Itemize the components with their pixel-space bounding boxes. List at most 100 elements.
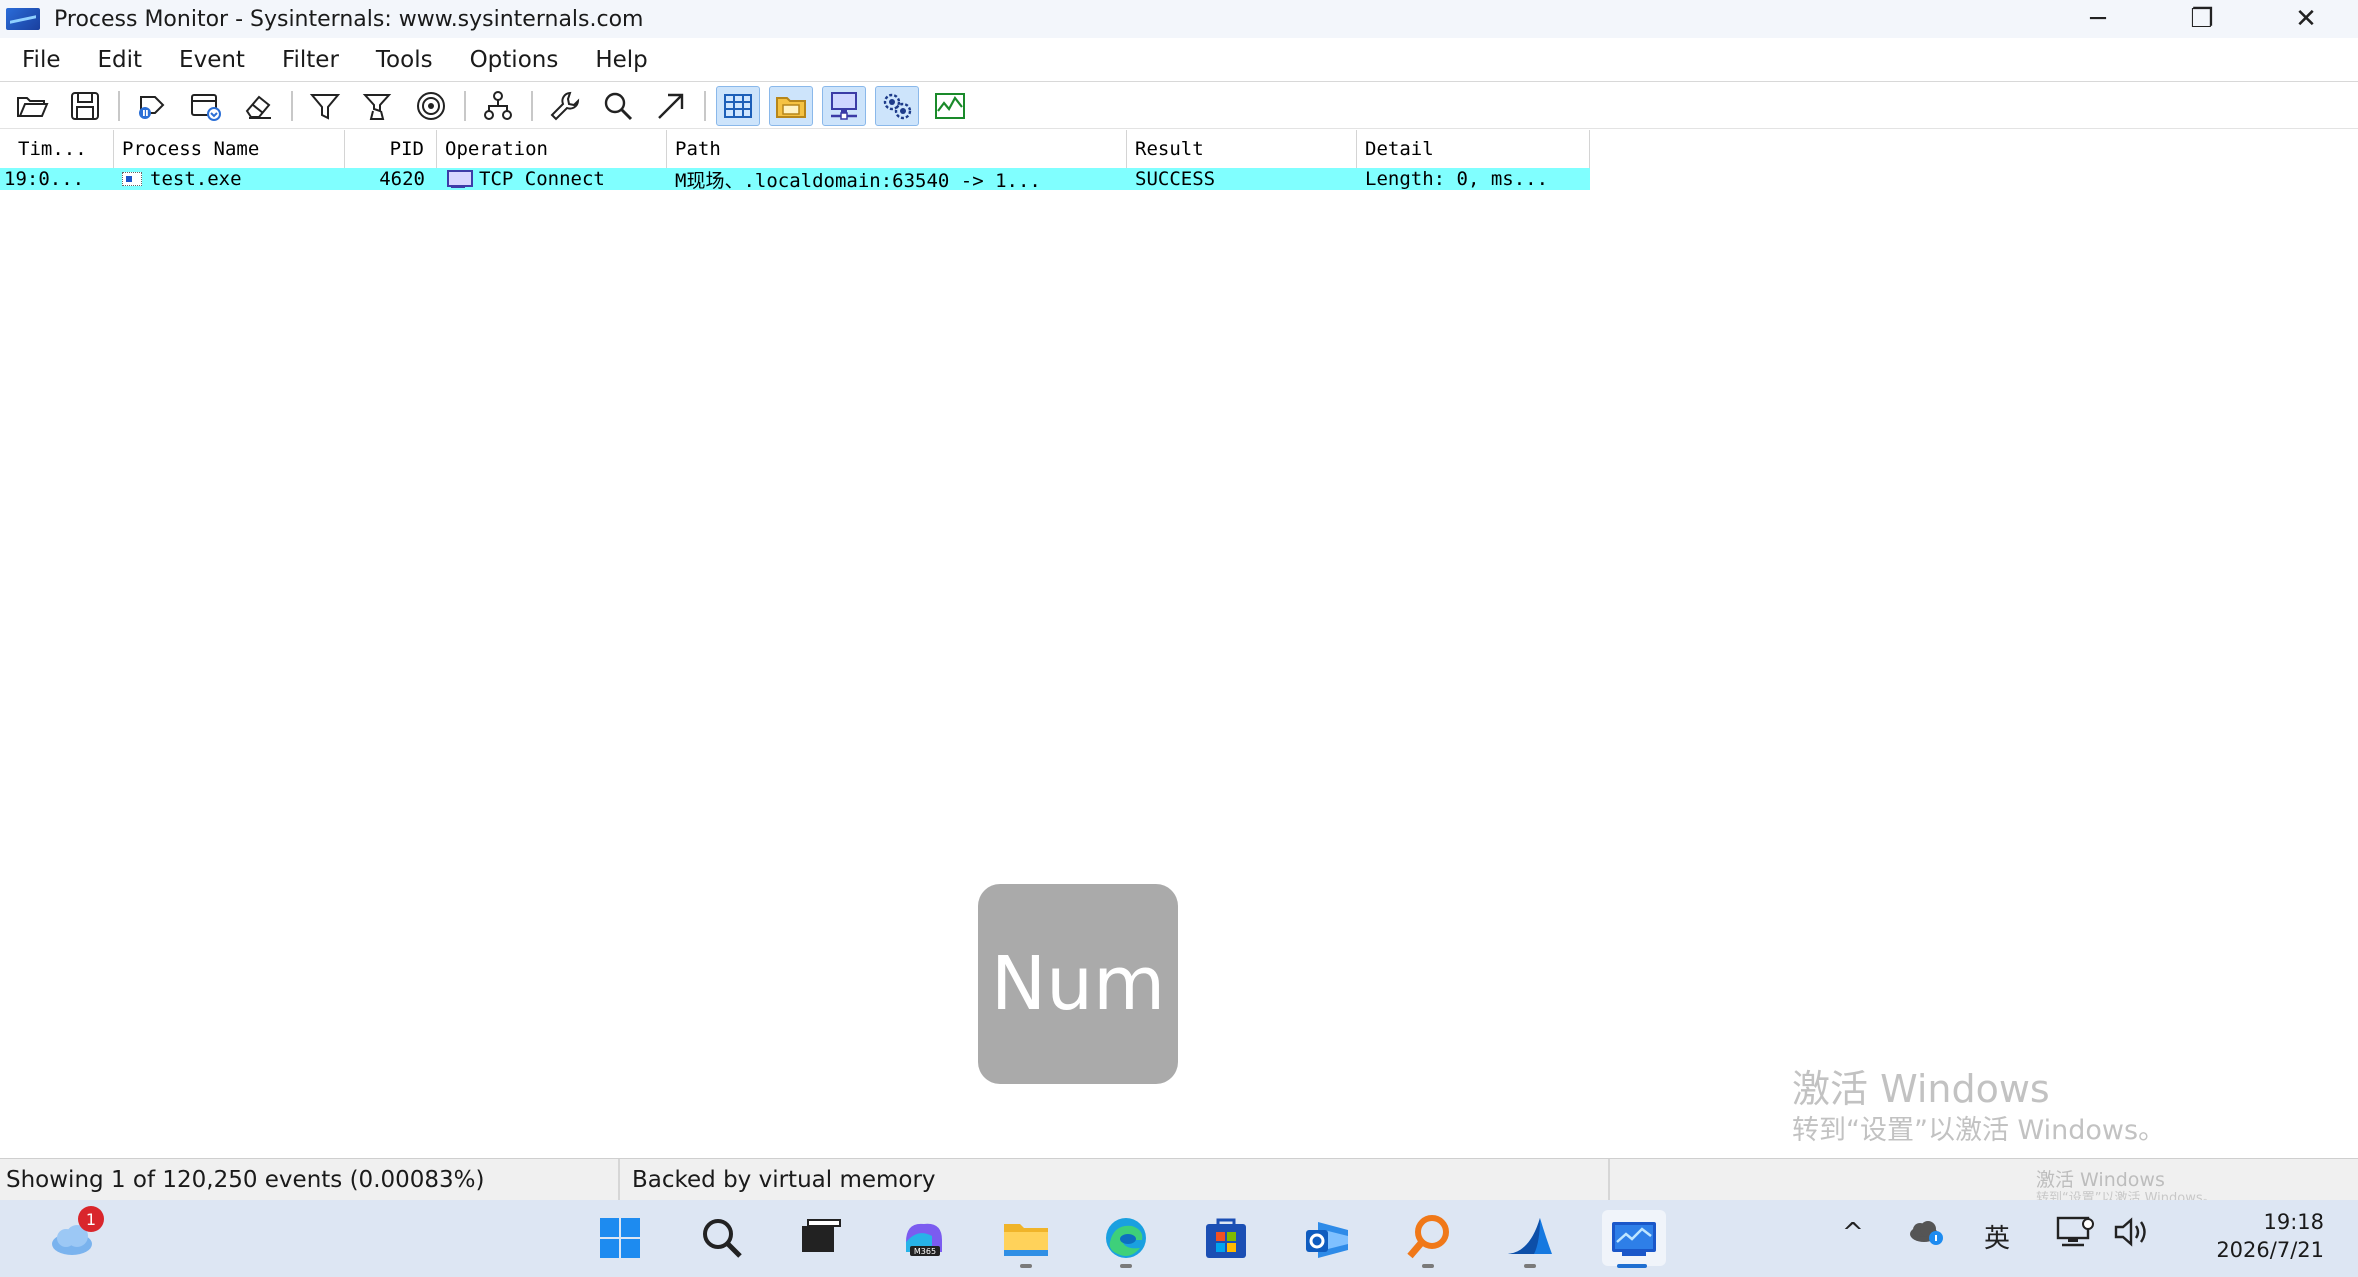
cell-operation: TCP Connect <box>437 168 667 190</box>
activation-watermark-title: 激活 Windows <box>1792 1067 2050 1111</box>
jump-icon[interactable] <box>649 86 693 126</box>
menu-options[interactable]: Options <box>470 47 559 73</box>
menu-edit[interactable]: Edit <box>98 47 143 73</box>
window-title: Process Monitor - Sysinternals: www.sysi… <box>54 6 644 32</box>
restore-button[interactable]: ❐ <box>2150 0 2254 38</box>
activation-watermark-subtitle: 转到“设置”以激活 Windows。 <box>1792 1115 2166 1146</box>
properties-icon[interactable] <box>543 86 587 126</box>
title-bar: Process Monitor - Sysinternals: www.sysi… <box>0 0 2358 38</box>
cell-detail: Length: 0, ms... <box>1365 168 1549 190</box>
clock-time: 19:18 <box>2263 1210 2324 1234</box>
process-thread-icon[interactable] <box>875 85 919 126</box>
running-indicator <box>1524 1264 1536 1268</box>
taskbar-wireshark[interactable] <box>1500 1210 1560 1268</box>
microsoft-store-icon <box>1206 1218 1246 1258</box>
taskbar-m365-copilot[interactable]: M365 <box>894 1210 954 1266</box>
column-header-path[interactable]: Path <box>667 130 1127 168</box>
find-icon[interactable] <box>596 86 640 126</box>
magnifier-app-icon <box>1407 1215 1449 1259</box>
clear-icon[interactable] <box>236 86 280 126</box>
menu-event[interactable]: Event <box>179 47 245 73</box>
column-header-time[interactable]: Tim... <box>0 130 114 168</box>
include-process-icon[interactable] <box>409 86 453 126</box>
cell-path: M现场、.localdomain:63540 -> 1... <box>675 169 1041 191</box>
close-button[interactable]: ✕ <box>2254 0 2358 38</box>
minimize-button[interactable]: ─ <box>2046 0 2150 38</box>
taskbar: 1 M365 ^ 英 19:18 2026/7/21 <box>0 1200 2358 1277</box>
weather-widget[interactable]: 1 <box>42 1206 104 1266</box>
column-header-process-name[interactable]: Process Name <box>114 130 345 168</box>
windows-logo-icon <box>600 1218 640 1258</box>
file-explorer-icon <box>1004 1224 1048 1256</box>
taskbar-process-monitor[interactable] <box>1602 1210 1666 1268</box>
filter-icon[interactable] <box>303 86 347 126</box>
profiling-icon[interactable] <box>928 86 972 126</box>
process-icon <box>122 172 142 186</box>
input-method-indicator[interactable]: 英 <box>1984 1218 2010 1255</box>
column-header-pid[interactable]: PID <box>345 130 437 168</box>
m365-copilot-icon: M365 <box>906 1223 942 1256</box>
capture-icon[interactable] <box>130 86 174 126</box>
open-icon[interactable] <box>10 86 54 126</box>
column-header-detail[interactable]: Detail <box>1357 130 1590 168</box>
process-tree-icon[interactable] <box>476 86 520 126</box>
menu-filter[interactable]: Filter <box>282 47 339 73</box>
num-lock-indicator: Num <box>978 884 1178 1084</box>
cell-process-name: test.exe <box>114 168 345 190</box>
cell-time: 19:0... <box>4 168 85 190</box>
menu-bar: File Edit Event Filter Tools Options Hel… <box>0 38 2358 82</box>
taskbar-edge[interactable] <box>1096 1210 1156 1268</box>
start-button[interactable] <box>590 1210 650 1266</box>
status-memory-mode: Backed by virtual memory <box>620 1159 1610 1200</box>
edge-browser-icon <box>1106 1218 1146 1258</box>
svg-text:M365: M365 <box>914 1247 936 1256</box>
show-hidden-icons-button[interactable]: ^ <box>1842 1218 1864 1248</box>
network-icon[interactable] <box>822 85 866 126</box>
system-clock[interactable]: 19:18 2026/7/21 <box>2184 1208 2324 1264</box>
save-icon[interactable] <box>63 86 107 126</box>
filesystem-icon[interactable] <box>769 85 813 126</box>
column-header-operation[interactable]: Operation <box>437 130 667 168</box>
process-name-text: test.exe <box>150 168 242 190</box>
event-grid: Tim... Process Name PID Operation Path R… <box>0 130 1590 190</box>
menu-file[interactable]: File <box>22 47 61 73</box>
window-controls: ─ ❐ ✕ <box>2046 0 2358 38</box>
taskbar-search-button[interactable] <box>692 1210 752 1266</box>
network-operation-icon <box>445 169 473 189</box>
wireshark-fin-icon <box>1508 1218 1552 1254</box>
volume-icon[interactable] <box>2112 1214 2154 1257</box>
menu-tools[interactable]: Tools <box>376 47 433 73</box>
toolbar-separator <box>118 90 120 121</box>
autoscroll-icon[interactable] <box>183 86 227 126</box>
taskbar-outlook[interactable] <box>1298 1210 1358 1266</box>
toolbar-separator <box>291 90 293 121</box>
column-header-result[interactable]: Result <box>1127 130 1357 168</box>
table-row[interactable]: 19:0... test.exe 4620 TCP Connect M现场、.l… <box>0 168 1590 190</box>
process-monitor-app-icon <box>6 8 40 30</box>
status-bar: Showing 1 of 120,250 events (0.00083%) B… <box>0 1158 2358 1206</box>
taskbar-everything-search[interactable] <box>1398 1210 1458 1268</box>
grid-header: Tim... Process Name PID Operation Path R… <box>0 130 1590 168</box>
screen: Process Monitor - Sysinternals: www.sysi… <box>0 0 2358 1277</box>
operation-text: TCP Connect <box>479 168 605 190</box>
taskbar-store[interactable] <box>1196 1210 1256 1266</box>
status-event-count: Showing 1 of 120,250 events (0.00083%) <box>0 1159 620 1200</box>
toolbar-separator <box>531 90 533 121</box>
registry-icon[interactable] <box>716 85 760 126</box>
cell-pid: 4620 <box>379 168 425 190</box>
outlook-icon <box>1306 1222 1348 1258</box>
search-icon <box>703 1219 742 1258</box>
running-indicator <box>1020 1264 1032 1268</box>
onedrive-icon[interactable] <box>1906 1216 1946 1257</box>
running-indicator <box>1120 1264 1132 1268</box>
task-view-button[interactable] <box>790 1210 850 1266</box>
process-monitor-taskbar-icon <box>1612 1222 1656 1256</box>
task-view-icon <box>802 1219 841 1252</box>
taskbar-file-explorer[interactable] <box>996 1210 1056 1268</box>
cell-result: SUCCESS <box>1135 168 1216 190</box>
highlight-icon[interactable] <box>356 86 400 126</box>
toolbar-separator <box>704 90 706 121</box>
network-status-icon[interactable] <box>2054 1214 2096 1257</box>
menu-help[interactable]: Help <box>595 47 647 73</box>
notification-badge: 1 <box>78 1206 104 1232</box>
